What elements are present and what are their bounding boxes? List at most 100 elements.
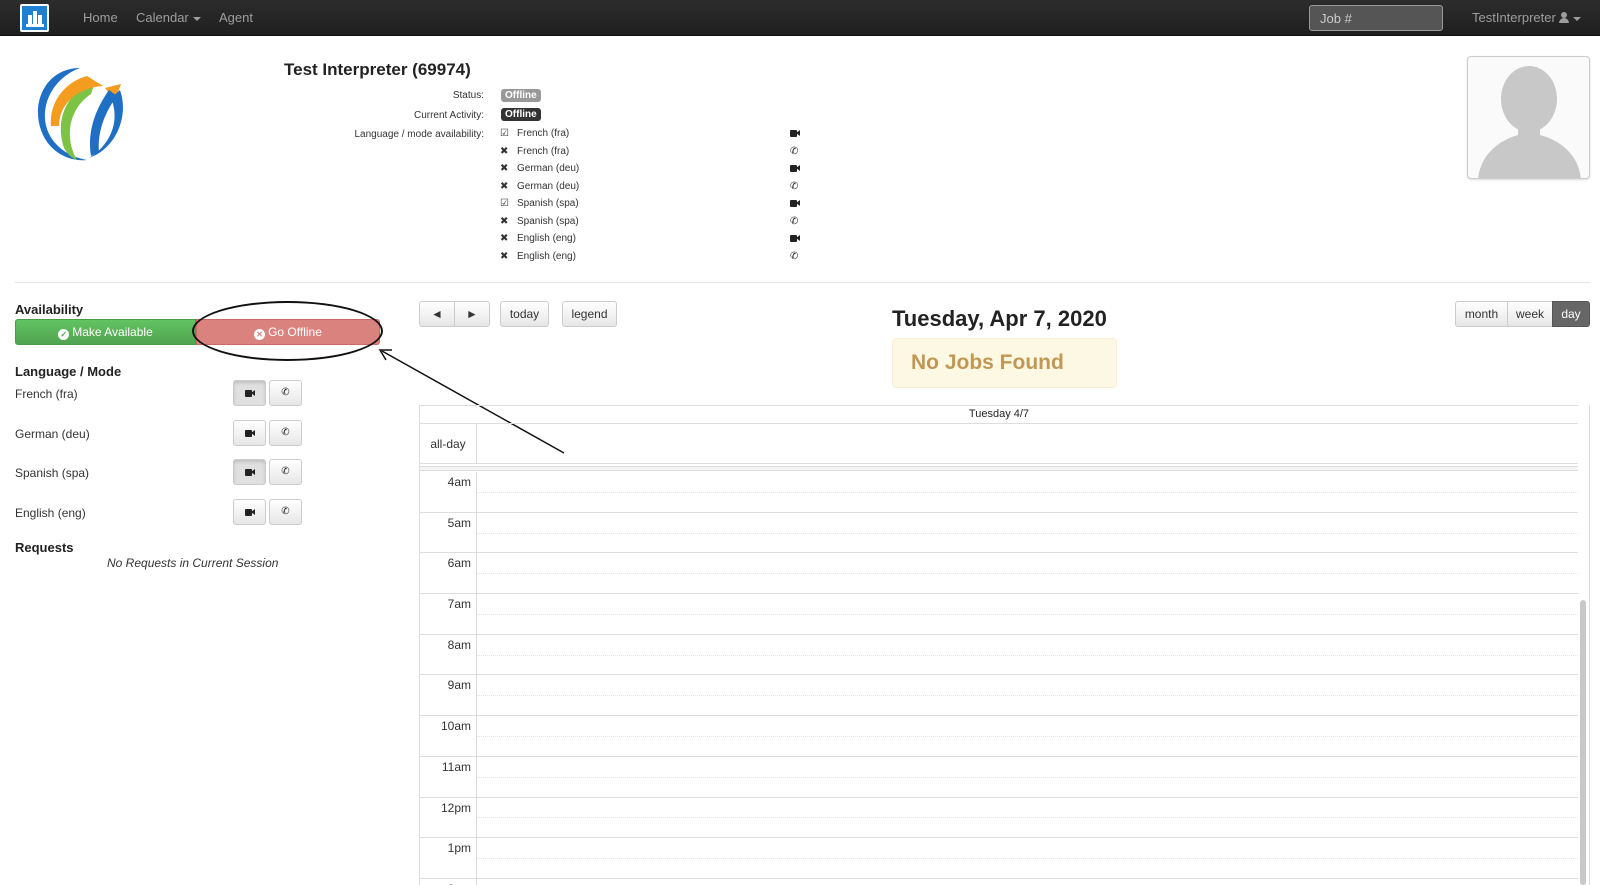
calendar-grid: Tuesday 4/7 all-day 4am 5am 6am 7am 8am … bbox=[419, 405, 1590, 885]
phone-icon: ✆ bbox=[790, 216, 799, 227]
current-activity-label: Current Activity: bbox=[413, 110, 484, 121]
calendar-next-button[interactable]: ► bbox=[454, 301, 490, 327]
make-available-label: Make Available bbox=[72, 325, 153, 339]
no-requests-message: No Requests in Current Session bbox=[107, 556, 279, 570]
check-circle-icon: ✓ bbox=[58, 329, 70, 340]
hour-label: 9am bbox=[420, 675, 477, 716]
nav-home[interactable]: Home bbox=[83, 10, 118, 25]
availability-row: ☑ French (fra) bbox=[500, 128, 810, 142]
view-week-button[interactable]: week bbox=[1507, 301, 1553, 327]
video-icon bbox=[244, 508, 255, 516]
hour-row[interactable]: 1pm bbox=[420, 838, 1578, 879]
hour-row[interactable]: 8am bbox=[420, 634, 1578, 676]
availability-language: English (eng) bbox=[517, 233, 576, 244]
video-toggle-button[interactable] bbox=[233, 420, 266, 446]
user-menu[interactable]: TestInterpreter bbox=[1472, 10, 1581, 25]
phone-icon: ✆ bbox=[281, 427, 290, 438]
availability-title: Availability bbox=[15, 302, 84, 317]
video-toggle-button[interactable] bbox=[233, 459, 266, 485]
availability-row: ✖ English (eng) bbox=[500, 233, 810, 247]
availability-row: ✖ German (deu) ✆ bbox=[500, 181, 810, 195]
hour-label: 12pm bbox=[420, 797, 477, 838]
hour-row[interactable]: 6am bbox=[420, 553, 1578, 595]
availability-language: Spanish (spa) bbox=[517, 216, 579, 227]
allday-row[interactable]: all-day bbox=[420, 424, 1578, 464]
hour-label: 4am bbox=[420, 472, 477, 512]
allday-label: all-day bbox=[420, 424, 477, 464]
calendar-prev-button[interactable]: ◄ bbox=[419, 301, 455, 327]
user-icon bbox=[1558, 12, 1569, 23]
availability-language: Spanish (spa) bbox=[517, 198, 579, 209]
availability-row: ✖ English (eng) ✆ bbox=[500, 251, 810, 265]
availability-language: German (deu) bbox=[517, 163, 580, 174]
nav-calendar-label: Calendar bbox=[136, 10, 189, 25]
allday-divider bbox=[420, 466, 1578, 471]
no-jobs-alert: No Jobs Found bbox=[892, 338, 1117, 388]
view-day-button[interactable]: day bbox=[1552, 301, 1590, 327]
availability-mark: ✖ bbox=[500, 163, 509, 174]
phone-toggle-button[interactable]: ✆ bbox=[269, 380, 302, 406]
hour-label: 1pm bbox=[420, 838, 477, 878]
calendar-today-button[interactable]: today bbox=[500, 301, 549, 327]
availability-language: French (fra) bbox=[517, 128, 570, 139]
hour-label: 5am bbox=[420, 512, 477, 553]
language-label: French (fra) bbox=[15, 387, 78, 401]
app-logo-icon[interactable] bbox=[20, 4, 49, 32]
phone-toggle-button[interactable]: ✆ bbox=[269, 499, 302, 525]
hour-row[interactable]: 7am bbox=[420, 594, 1578, 635]
language-mode-title: Language / Mode bbox=[15, 364, 122, 379]
hour-row[interactable]: 10am bbox=[420, 716, 1578, 757]
calendar-title: Tuesday, Apr 7, 2020 bbox=[892, 306, 1107, 331]
phone-icon: ✆ bbox=[281, 506, 290, 517]
avatar-silhouette-icon bbox=[1478, 66, 1581, 178]
availability-language: English (eng) bbox=[517, 251, 576, 262]
video-toggle-button[interactable] bbox=[233, 499, 266, 525]
view-month-button[interactable]: month bbox=[1455, 301, 1508, 327]
phone-icon: ✆ bbox=[790, 181, 799, 192]
caret-down-icon bbox=[192, 16, 201, 21]
availability-mark: ✖ bbox=[500, 233, 509, 244]
hour-label: 8am bbox=[420, 634, 477, 675]
hour-row[interactable]: 11am bbox=[420, 756, 1578, 798]
times-circle-icon: ✕ bbox=[254, 329, 266, 340]
status-badge: Offline bbox=[501, 89, 541, 102]
make-available-button[interactable]: ✓ Make Available bbox=[15, 319, 196, 345]
availability-language: French (fra) bbox=[517, 146, 570, 157]
phone-toggle-button[interactable]: ✆ bbox=[269, 459, 302, 485]
interpreter-name: Test Interpreter (69974) bbox=[284, 60, 471, 79]
phone-icon: ✆ bbox=[790, 251, 799, 262]
availability-mark: ✖ bbox=[500, 146, 509, 157]
time-slots[interactable]: 4am 5am 6am 7am 8am 9am 10am 11am 12pm 1… bbox=[420, 472, 1578, 885]
navbar: Home Calendar Agent TestInterpreter bbox=[0, 0, 1600, 36]
availability-row: ✖ German (deu) bbox=[500, 163, 810, 177]
availability-mark: ☑ bbox=[500, 198, 509, 209]
phone-toggle-button[interactable]: ✆ bbox=[269, 420, 302, 446]
hour-row[interactable]: 2pm bbox=[420, 878, 1578, 885]
go-offline-button[interactable]: ✕ Go Offline bbox=[196, 319, 380, 345]
hour-row[interactable]: 5am bbox=[420, 512, 1578, 554]
phone-icon: ✆ bbox=[790, 146, 799, 157]
video-icon bbox=[244, 389, 255, 397]
video-icon bbox=[790, 199, 800, 210]
nav-calendar[interactable]: Calendar bbox=[136, 10, 201, 25]
language-label: English (eng) bbox=[15, 506, 86, 520]
language-label: Spanish (spa) bbox=[15, 466, 90, 480]
user-name: TestInterpreter bbox=[1472, 10, 1556, 25]
calendar-scrollbar[interactable] bbox=[1580, 600, 1586, 885]
requests-title: Requests bbox=[15, 540, 74, 555]
avatar bbox=[1467, 56, 1590, 179]
job-number-input[interactable] bbox=[1309, 5, 1443, 31]
status-label: Status: bbox=[452, 90, 484, 101]
activity-badge: Offline bbox=[501, 108, 541, 121]
hour-row[interactable]: 12pm bbox=[420, 797, 1578, 839]
hour-row[interactable]: 9am bbox=[420, 675, 1578, 717]
calendar-legend-button[interactable]: legend bbox=[562, 301, 617, 327]
divider bbox=[15, 282, 1590, 283]
video-icon bbox=[790, 164, 800, 175]
availability-mark: ✖ bbox=[500, 251, 509, 262]
hour-label: 11am bbox=[420, 756, 477, 797]
video-icon bbox=[790, 234, 800, 245]
hour-row[interactable]: 4am bbox=[420, 472, 1578, 513]
video-toggle-button[interactable] bbox=[233, 380, 266, 406]
nav-agent[interactable]: Agent bbox=[219, 10, 253, 25]
